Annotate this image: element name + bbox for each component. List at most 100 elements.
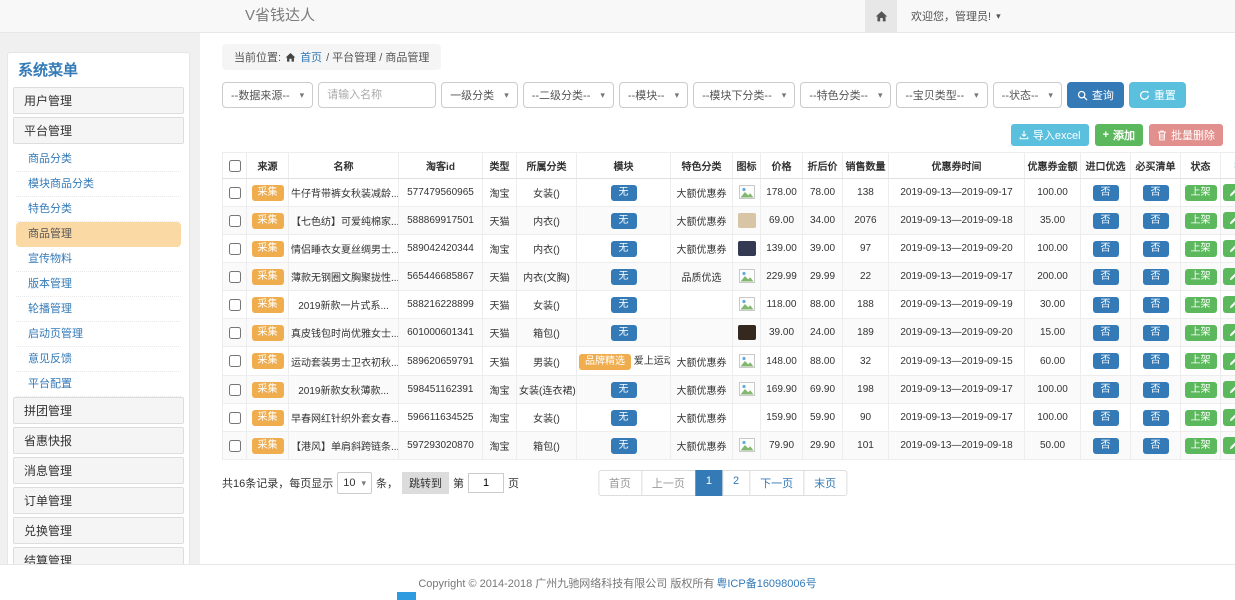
sidebar-item[interactable]: 启动页管理 bbox=[16, 322, 181, 347]
filter-select[interactable]: --宝贝类型--▾ bbox=[896, 82, 987, 108]
sidebar-item[interactable]: 平台管理 bbox=[13, 117, 184, 144]
filter-select[interactable]: --特色分类--▾ bbox=[800, 82, 891, 108]
shop-type: 淘宝 bbox=[490, 189, 510, 200]
row-checkbox[interactable] bbox=[229, 187, 241, 199]
import-select-toggle[interactable]: 否 bbox=[1093, 410, 1119, 426]
sidebar-item[interactable]: 省惠快报 bbox=[13, 427, 184, 454]
page-button[interactable]: 末页 bbox=[803, 470, 847, 496]
sidebar-item[interactable]: 特色分类 bbox=[16, 197, 181, 222]
edit-button[interactable] bbox=[1223, 268, 1235, 285]
edit-button[interactable] bbox=[1223, 240, 1235, 257]
must-buy-toggle[interactable]: 否 bbox=[1143, 382, 1169, 398]
must-buy-toggle[interactable]: 否 bbox=[1143, 438, 1169, 454]
pager: 首页上一页12下一页末页 bbox=[598, 470, 847, 496]
filter-select[interactable]: --数据来源--▾ bbox=[222, 82, 313, 108]
breadcrumb-home-link[interactable]: 首页 bbox=[300, 49, 322, 65]
page-button[interactable]: 2 bbox=[722, 470, 750, 496]
sidebar-item[interactable]: 用户管理 bbox=[13, 87, 184, 114]
shop-type: 淘宝 bbox=[490, 442, 510, 453]
status-button[interactable]: 上架 bbox=[1185, 185, 1217, 201]
import-select-toggle[interactable]: 否 bbox=[1093, 325, 1119, 341]
status-button[interactable]: 上架 bbox=[1185, 297, 1217, 313]
status-button[interactable]: 上架 bbox=[1185, 382, 1217, 398]
edit-button[interactable] bbox=[1223, 296, 1235, 313]
add-button[interactable]: + 添加 bbox=[1095, 124, 1143, 146]
must-buy-toggle[interactable]: 否 bbox=[1143, 213, 1169, 229]
page-jump-input[interactable] bbox=[468, 473, 504, 493]
must-buy-toggle[interactable]: 否 bbox=[1143, 325, 1169, 341]
import-select-toggle[interactable]: 否 bbox=[1093, 241, 1119, 257]
edit-button[interactable] bbox=[1223, 353, 1235, 370]
filter-select[interactable]: --模块--▾ bbox=[619, 82, 688, 108]
sidebar-item[interactable]: 意见反馈 bbox=[16, 347, 181, 372]
import-select-toggle[interactable]: 否 bbox=[1093, 438, 1119, 454]
sidebar-item[interactable]: 订单管理 bbox=[13, 487, 184, 514]
must-buy-toggle[interactable]: 否 bbox=[1143, 297, 1169, 313]
user-menu[interactable]: 欢迎您，管理员! ▾ bbox=[911, 8, 1001, 24]
name-search-input[interactable] bbox=[318, 82, 436, 108]
filter-select[interactable]: --模块下分类--▾ bbox=[693, 82, 795, 108]
edit-button[interactable] bbox=[1223, 437, 1235, 454]
sidebar-item[interactable]: 兑换管理 bbox=[13, 517, 184, 544]
status-button[interactable]: 上架 bbox=[1185, 325, 1217, 341]
row-checkbox[interactable] bbox=[229, 327, 241, 339]
import-select-toggle[interactable]: 否 bbox=[1093, 213, 1119, 229]
row-checkbox[interactable] bbox=[229, 440, 241, 452]
edit-button[interactable] bbox=[1223, 409, 1235, 426]
status-button[interactable]: 上架 bbox=[1185, 213, 1217, 229]
status-button[interactable]: 上架 bbox=[1185, 241, 1217, 257]
import-select-toggle[interactable]: 否 bbox=[1093, 353, 1119, 369]
edit-button[interactable] bbox=[1223, 381, 1235, 398]
sidebar-item[interactable]: 商品管理 bbox=[16, 222, 181, 247]
column-header: 销售数量 bbox=[843, 153, 889, 179]
import-select-toggle[interactable]: 否 bbox=[1093, 185, 1119, 201]
import-select-toggle[interactable]: 否 bbox=[1093, 269, 1119, 285]
sidebar-item[interactable]: 商品分类 bbox=[16, 147, 181, 172]
row-checkbox[interactable] bbox=[229, 299, 241, 311]
feature-category: 大额优惠券 bbox=[677, 442, 727, 453]
sidebar-item[interactable]: 平台配置 bbox=[16, 372, 181, 397]
sidebar-item[interactable]: 拼团管理 bbox=[13, 397, 184, 424]
import-select-toggle[interactable]: 否 bbox=[1093, 382, 1119, 398]
must-buy-toggle[interactable]: 否 bbox=[1143, 185, 1169, 201]
row-checkbox[interactable] bbox=[229, 412, 241, 424]
page-button[interactable]: 首页 bbox=[598, 470, 642, 496]
row-checkbox[interactable] bbox=[229, 355, 241, 367]
jump-button[interactable]: 跳转到 bbox=[402, 472, 449, 494]
edit-button[interactable] bbox=[1223, 184, 1235, 201]
row-checkbox[interactable] bbox=[229, 215, 241, 227]
reset-button[interactable]: 重置 bbox=[1129, 82, 1186, 108]
sidebar-item[interactable]: 宣传物料 bbox=[16, 247, 181, 272]
must-buy-toggle[interactable]: 否 bbox=[1143, 353, 1169, 369]
status-button[interactable]: 上架 bbox=[1185, 353, 1217, 369]
sidebar-item[interactable]: 模块商品分类 bbox=[16, 172, 181, 197]
home-button[interactable] bbox=[865, 0, 897, 32]
filter-select[interactable]: 一级分类▾ bbox=[441, 82, 518, 108]
sidebar-item[interactable]: 轮播管理 bbox=[16, 297, 181, 322]
status-button[interactable]: 上架 bbox=[1185, 269, 1217, 285]
select-all-checkbox[interactable] bbox=[229, 160, 241, 172]
batch-delete-button[interactable]: 批量删除 bbox=[1149, 124, 1223, 146]
filter-select[interactable]: --二级分类--▾ bbox=[523, 82, 614, 108]
search-button[interactable]: 查询 bbox=[1067, 82, 1124, 108]
filter-select[interactable]: --状态--▾ bbox=[993, 82, 1062, 108]
row-checkbox[interactable] bbox=[229, 271, 241, 283]
import-select-toggle[interactable]: 否 bbox=[1093, 297, 1119, 313]
page-button[interactable]: 1 bbox=[695, 470, 723, 496]
must-buy-toggle[interactable]: 否 bbox=[1143, 241, 1169, 257]
row-checkbox[interactable] bbox=[229, 243, 241, 255]
edit-button[interactable] bbox=[1223, 212, 1235, 229]
row-checkbox[interactable] bbox=[229, 384, 241, 396]
edit-button[interactable] bbox=[1223, 324, 1235, 341]
page-button[interactable]: 下一页 bbox=[749, 470, 804, 496]
status-button[interactable]: 上架 bbox=[1185, 410, 1217, 426]
per-page-select[interactable]: 10 ▾ bbox=[337, 472, 372, 494]
sidebar-item[interactable]: 版本管理 bbox=[16, 272, 181, 297]
sidebar-item[interactable]: 消息管理 bbox=[13, 457, 184, 484]
import-excel-button[interactable]: 导入excel bbox=[1011, 124, 1089, 146]
page-button[interactable]: 上一页 bbox=[641, 470, 696, 496]
must-buy-toggle[interactable]: 否 bbox=[1143, 269, 1169, 285]
status-button[interactable]: 上架 bbox=[1185, 438, 1217, 454]
must-buy-toggle[interactable]: 否 bbox=[1143, 410, 1169, 426]
icp-link[interactable]: 粤ICP备16098006号 bbox=[716, 575, 816, 591]
